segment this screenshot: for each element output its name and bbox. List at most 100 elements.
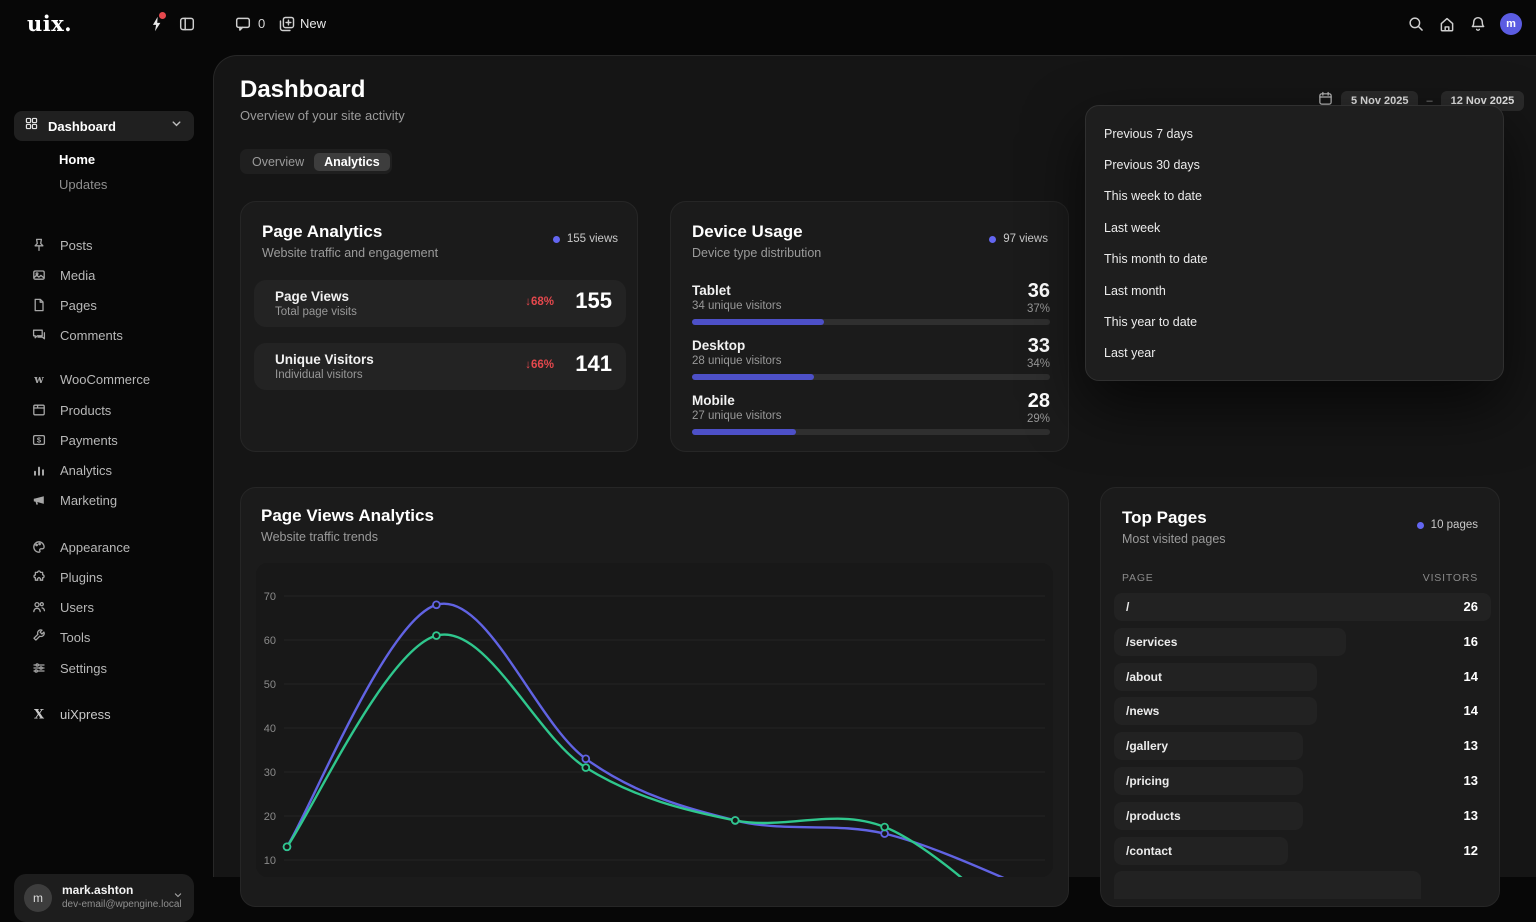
svg-text:70: 70 bbox=[264, 591, 276, 603]
visitors-value: 13 bbox=[1438, 738, 1478, 753]
device-row-mobile: Mobile27 unique visitors2829% bbox=[692, 393, 1050, 443]
sidebar-item-home[interactable]: Home bbox=[59, 152, 95, 167]
sidebar-item-label: Plugins bbox=[60, 570, 103, 585]
sidebar-toggle-icon[interactable] bbox=[178, 15, 196, 33]
sidebar-item-comments[interactable]: Comments bbox=[14, 320, 194, 350]
page-analytics-card: Page Analytics Website traffic and engag… bbox=[240, 201, 638, 452]
sidebar-item-uixpress[interactable]: XuiXpress bbox=[14, 699, 194, 729]
sidebar-item-pages[interactable]: Pages bbox=[14, 290, 194, 320]
analytics-icon bbox=[31, 462, 47, 478]
sidebar-item-plugins[interactable]: Plugins bbox=[14, 562, 194, 592]
product-icon bbox=[31, 402, 47, 418]
date-range-popover: Previous 7 daysPrevious 30 daysThis week… bbox=[1085, 105, 1504, 381]
sidebar-item-tools[interactable]: Tools bbox=[14, 622, 194, 652]
sidebar-item-updates[interactable]: Updates bbox=[59, 177, 107, 192]
device-sublabel: 28 unique visitors bbox=[692, 355, 782, 367]
table-row--contact[interactable]: /contact bbox=[1114, 837, 1288, 865]
svg-text:20: 20 bbox=[264, 811, 276, 823]
device-value: 28 bbox=[1028, 390, 1050, 413]
bell-icon[interactable] bbox=[1469, 15, 1487, 33]
comments-count: 0 bbox=[258, 16, 265, 31]
table-row--pricing[interactable]: /pricing bbox=[1114, 767, 1303, 795]
visitors-value: 13 bbox=[1438, 773, 1478, 788]
user-avatar[interactable]: m bbox=[1500, 13, 1522, 35]
device-row-tablet: Tablet34 unique visitors3637% bbox=[692, 283, 1050, 333]
preset-last-month[interactable]: Last month bbox=[1104, 275, 1254, 306]
settings-icon bbox=[31, 660, 47, 676]
legend-dot-icon bbox=[553, 236, 560, 243]
preset-previous-30-days[interactable]: Previous 30 days bbox=[1104, 149, 1254, 180]
table-row--about[interactable]: /about bbox=[1114, 663, 1317, 691]
table-row--services[interactable]: /services bbox=[1114, 628, 1346, 656]
views-legend: 155 views bbox=[553, 233, 618, 245]
comments-bubble-icon[interactable] bbox=[234, 15, 252, 33]
stat-row-page-views: Page Views Total page visits ↓68% 155 bbox=[254, 280, 626, 327]
dashboard-label: Dashboard bbox=[48, 119, 160, 134]
tools-icon bbox=[31, 629, 47, 645]
svg-text:40: 40 bbox=[264, 723, 276, 735]
sidebar-item-label: Appearance bbox=[60, 540, 130, 555]
pages-legend: 10 pages bbox=[1417, 519, 1478, 531]
sidebar-item-users[interactable]: Users bbox=[14, 592, 194, 622]
sidebar-item-label: Media bbox=[60, 268, 95, 283]
app-logo[interactable]: uix. bbox=[27, 11, 72, 36]
svg-text:60: 60 bbox=[264, 635, 276, 647]
device-percent: 34% bbox=[1027, 358, 1050, 370]
sidebar-item-appearance[interactable]: Appearance bbox=[14, 532, 194, 562]
device-value: 36 bbox=[1028, 280, 1050, 303]
page-title: Dashboard bbox=[240, 76, 365, 104]
table-row--gallery[interactable]: /gallery bbox=[1114, 732, 1303, 760]
user-name: mark.ashton bbox=[62, 883, 133, 897]
legend-dot-icon bbox=[989, 236, 996, 243]
preset-this-week-to-date[interactable]: This week to date bbox=[1104, 181, 1254, 212]
notification-dot bbox=[159, 12, 166, 19]
visitors-value: 14 bbox=[1438, 703, 1478, 718]
tab-overview[interactable]: Overview bbox=[242, 153, 314, 171]
sidebar-item-posts[interactable]: Posts bbox=[14, 230, 194, 260]
device-usage-card: Device Usage Device type distribution 97… bbox=[670, 201, 1069, 452]
sidebar-user-card[interactable]: m mark.ashton dev-email@wpengine.local bbox=[14, 874, 194, 922]
preset-previous-7-days[interactable]: Previous 7 days bbox=[1104, 118, 1254, 149]
top-pages-card: Top Pages Most visited pages 10 pages PA… bbox=[1100, 487, 1500, 907]
device-name: Mobile bbox=[692, 393, 735, 408]
table-row--products[interactable]: /products bbox=[1114, 802, 1303, 830]
stat-sublabel: Total page visits bbox=[275, 306, 357, 318]
sidebar-item-settings[interactable]: Settings bbox=[14, 653, 194, 683]
device-value: 33 bbox=[1028, 335, 1050, 358]
preset-last-year[interactable]: Last year bbox=[1104, 338, 1254, 369]
home-icon[interactable] bbox=[1438, 15, 1456, 33]
device-name: Tablet bbox=[692, 283, 731, 298]
woo-icon: w bbox=[31, 371, 47, 387]
sidebar-item-payments[interactable]: $Payments bbox=[14, 425, 194, 455]
chevron-down-icon bbox=[172, 888, 184, 906]
stat-label: Page Views bbox=[275, 289, 349, 304]
sidebar-item-label: Products bbox=[60, 403, 111, 418]
preset-last-week[interactable]: Last week bbox=[1104, 212, 1254, 243]
table-row--news[interactable]: /news bbox=[1114, 697, 1317, 725]
device-sublabel: 27 unique visitors bbox=[692, 410, 782, 422]
tab-analytics[interactable]: Analytics bbox=[314, 153, 390, 171]
table-row-home[interactable]: / bbox=[1114, 593, 1491, 621]
payments-icon: $ bbox=[31, 432, 47, 448]
sidebar-item-analytics[interactable]: Analytics bbox=[14, 455, 194, 485]
views-legend: 97 views bbox=[989, 233, 1048, 245]
sidebar-dashboard-button[interactable]: Dashboard bbox=[14, 111, 194, 141]
sidebar-item-label: Users bbox=[60, 600, 94, 615]
sidebar-item-media[interactable]: Media bbox=[14, 260, 194, 290]
sidebar-item-woocommerce[interactable]: wWooCommerce bbox=[14, 364, 194, 394]
preset-this-month-to-date[interactable]: This month to date bbox=[1104, 244, 1254, 275]
device-progress-track bbox=[692, 374, 1050, 380]
new-button[interactable]: New bbox=[300, 16, 326, 31]
table-row-partial[interactable] bbox=[1114, 871, 1421, 899]
device-name: Desktop bbox=[692, 338, 745, 353]
stat-sublabel: Individual visitors bbox=[275, 369, 363, 381]
search-icon[interactable] bbox=[1407, 15, 1425, 33]
card-subtitle: Website traffic and engagement bbox=[262, 246, 438, 260]
new-content-icon[interactable] bbox=[278, 15, 296, 33]
preset-this-year-to-date[interactable]: This year to date bbox=[1104, 306, 1254, 337]
sidebar-item-label: Comments bbox=[60, 328, 123, 343]
page-path: /about bbox=[1126, 670, 1162, 684]
chart-card-title: Page Views Analytics bbox=[261, 506, 434, 526]
sidebar-item-products[interactable]: Products bbox=[14, 395, 194, 425]
sidebar-item-marketing[interactable]: Marketing bbox=[14, 485, 194, 515]
